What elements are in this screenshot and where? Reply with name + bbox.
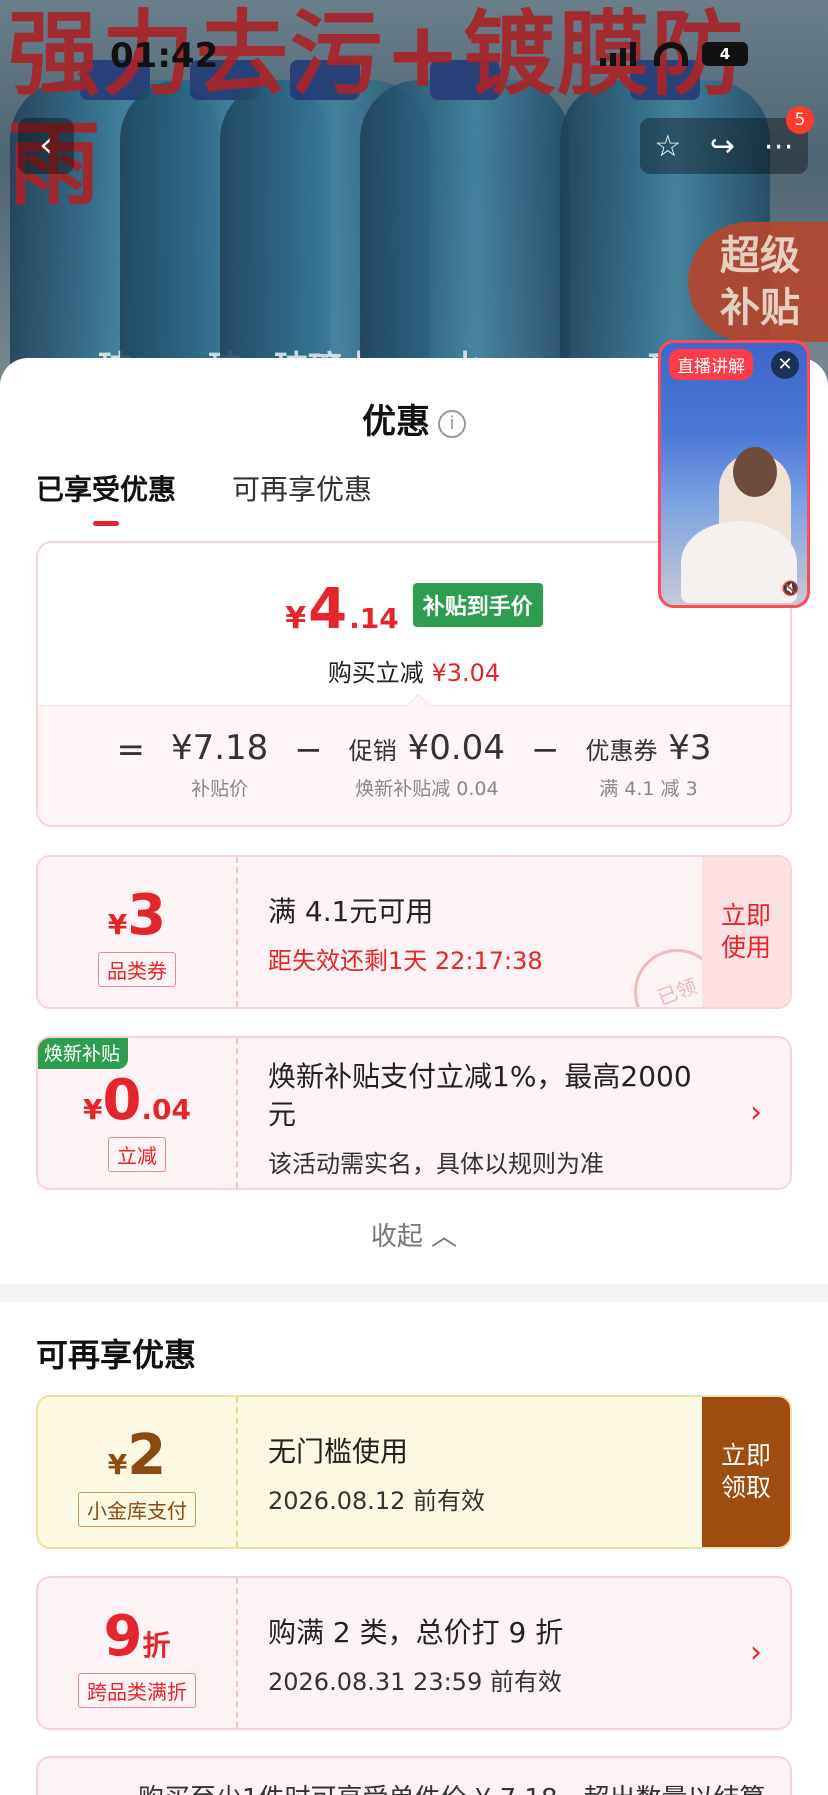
promo-value: ¥0.04 <box>407 728 505 768</box>
coupon-condition: 无门槛使用 <box>268 1435 409 1468</box>
cross-category-discount-card[interactable]: 9折 跨品类满折 购满 2 类，总价打 9 折 2026.08.31 23:59… <box>36 1576 792 1730</box>
more-discounts-title: 可再享优惠 <box>36 1336 197 1374</box>
currency-symbol: ¥ <box>107 1448 128 1481</box>
currency-symbol: ¥ <box>107 908 128 941</box>
promo-prefix: 促销 <box>348 737 397 765</box>
signal-icon <box>600 42 640 66</box>
subsidy-amount: ¥0.04 <box>38 1068 236 1133</box>
reduction-label: 购买立减 <box>327 659 424 687</box>
chevron-left-icon: ‹ <box>39 125 53 165</box>
coupon-countdown: 距失效还剩1天 22:17:38 <box>268 947 543 975</box>
subsidy-condition: 焕新补贴支付立减1%，最高2000元 <box>268 1060 692 1131</box>
collapse-button[interactable]: 收起 ︿ <box>0 1216 828 1253</box>
favorite-star-icon[interactable]: ☆ <box>654 129 681 164</box>
coupon-amount: ¥3 <box>38 883 236 948</box>
treasury-pay-coupon-card: ¥2 小金库支付 无门槛使用 2026.08.12 前有效 立即领取 <box>36 1395 792 1549</box>
renewal-subsidy-card[interactable]: ¥0.04 立减 焕新补贴 焕新补贴支付立减1%，最高2000元 该活动需实名，… <box>36 1036 792 1190</box>
section-divider <box>0 1284 828 1302</box>
price-decimal: .14 <box>349 602 399 635</box>
price-integer: 4 <box>308 577 348 642</box>
live-table-figure <box>681 521 797 603</box>
subsidy-note: 该活动需实名，具体以规则为准 <box>268 1150 604 1178</box>
coupon-type-badge: 小金库支付 <box>78 1492 196 1527</box>
coupon-expiry: 2026.08.12 前有效 <box>268 1487 486 1515</box>
discount-unit: 折 <box>142 1629 171 1662</box>
minus-sign: − <box>530 730 560 770</box>
price-tag-badge: 补贴到手价 <box>412 583 543 627</box>
purchase-reduction: 购买立减 ¥3.04 <box>38 653 790 688</box>
status-time: 01:42 <box>110 36 219 76</box>
live-stream-window[interactable]: 直播讲解 ✕ 🔇 <box>658 340 810 608</box>
mute-icon[interactable]: 🔇 <box>782 581 799 597</box>
wifi-icon <box>654 42 688 66</box>
discount-tabs: 已享受优惠 可再享优惠 <box>36 468 372 526</box>
back-button[interactable]: ‹ <box>18 118 74 174</box>
minus-sign: − <box>294 730 323 770</box>
coupon-prefix: 优惠券 <box>585 737 658 765</box>
use-now-button[interactable]: 立即使用 <box>702 857 790 1007</box>
coupon-type-badge: 品类券 <box>98 952 176 987</box>
coupon-item: 优惠券 ¥3 满 4.1 减 3 <box>585 728 712 825</box>
more-icon[interactable]: ⋯ <box>764 129 794 164</box>
category-coupon-card: ¥3 品类券 满 4.1元可用 距失效还剩1天 22:17:38 已领 立即使用 <box>36 855 792 1009</box>
message-count-badge: 5 <box>786 106 814 134</box>
renewal-subsidy-corner-tag: 焕新补贴 <box>38 1038 129 1069</box>
use-now-label: 立即使用 <box>720 901 771 962</box>
nav-actions: ☆ ↪ ⋯ <box>640 118 808 174</box>
subsidy-price-item: ¥7.18 补贴价 <box>170 728 269 825</box>
subsidy-type-badge: 立减 <box>108 1137 166 1172</box>
close-icon[interactable]: ✕ <box>771 351 799 379</box>
subsidy-price-label: 补贴价 <box>191 778 249 800</box>
claim-now-button[interactable]: 立即领取 <box>702 1397 790 1547</box>
subsidy-price-value: ¥7.18 <box>170 728 269 768</box>
equals-sign: = <box>116 730 145 770</box>
info-icon[interactable]: i <box>438 409 466 438</box>
coupon-label: 满 4.1 减 3 <box>599 778 698 800</box>
status-icons: 4 <box>600 42 748 66</box>
coupon-amount-value: 2 <box>127 1423 167 1488</box>
super-subsidy-badge: 超级 补贴 <box>688 222 828 342</box>
subsidy-amount-int: 0 <box>102 1068 142 1133</box>
coupon-value: ¥3 <box>668 728 712 768</box>
coupon-amount-value: 3 <box>127 883 167 948</box>
hero-title: 强力去污+镀膜防雨 <box>8 1 746 218</box>
coupon-amount: ¥2 <box>38 1423 236 1488</box>
promo-label: 焕新补贴减 0.04 <box>355 778 499 800</box>
battery-icon: 4 <box>702 42 748 66</box>
reduction-value: ¥3.04 <box>431 659 501 687</box>
unit-price-notice: 购买至少1件时可享受单件价 ¥ 7.18，超出数量以结算 <box>38 1758 790 1795</box>
price-calculation: = ¥7.18 补贴价 − 促销 ¥0.04 焕新补贴减 0.04 − 优惠券 … <box>38 705 790 825</box>
chevron-right-icon: › <box>750 1095 762 1130</box>
chevron-right-icon: › <box>750 1635 762 1670</box>
subsidy-amount-decimal: .04 <box>141 1093 192 1126</box>
discount-condition: 购满 2 类，总价打 9 折 <box>268 1616 564 1649</box>
discount-type-badge: 跨品类满折 <box>78 1673 196 1708</box>
currency-symbol: ¥ <box>82 1093 103 1126</box>
share-icon[interactable]: ↪ <box>710 129 735 164</box>
discount-rate: 9 <box>103 1604 143 1669</box>
tab-more-available[interactable]: 可再享优惠 <box>232 468 372 526</box>
discount-expiry: 2026.08.31 23:59 前有效 <box>268 1668 562 1696</box>
tab-enjoyed[interactable]: 已享受优惠 <box>36 468 176 526</box>
sheet-title-text: 优惠 <box>362 402 430 442</box>
unit-price-notice-card: 购买至少1件时可享受单件价 ¥ 7.18，超出数量以结算 <box>36 1756 792 1795</box>
price-symbol: ¥ <box>285 601 307 636</box>
promo-item: 促销 ¥0.04 焕新补贴减 0.04 <box>348 728 505 825</box>
live-tag: 直播讲解 <box>669 349 753 380</box>
coupon-condition: 满 4.1元可用 <box>268 895 434 928</box>
claim-now-label: 立即领取 <box>720 1441 771 1502</box>
discount-amount: 9折 <box>38 1604 236 1669</box>
